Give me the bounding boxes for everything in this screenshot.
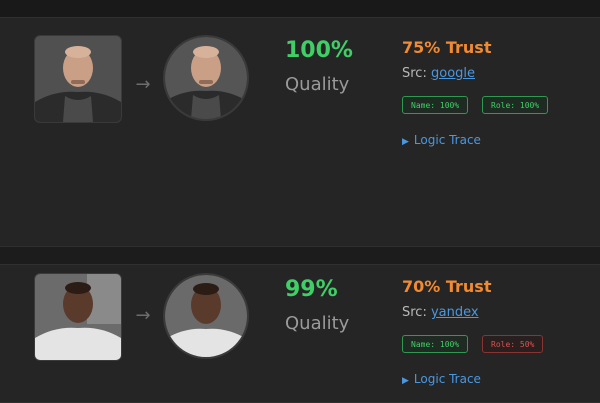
logic-trace-toggle[interactable]: ▶ Logic Trace xyxy=(402,372,481,386)
person-photo-icon xyxy=(165,275,247,357)
result-card: → 100% Quality 75% Trust Src: google Nam… xyxy=(0,18,600,247)
source-link[interactable]: yandex xyxy=(431,305,479,320)
source-line: Src: google xyxy=(402,66,475,81)
quality-score: 99% xyxy=(285,277,338,302)
triangle-right-icon: ▶ xyxy=(402,137,409,147)
quality-label: Quality xyxy=(285,74,350,95)
quality-score: 100% xyxy=(285,38,353,63)
source-prefix: Src: xyxy=(402,305,427,320)
source-line: Src: yandex xyxy=(402,305,479,320)
name-match-badge: Name: 100% xyxy=(402,96,469,114)
source-prefix: Src: xyxy=(402,66,427,81)
card-separator xyxy=(0,247,600,265)
source-link[interactable]: google xyxy=(431,66,475,81)
person-photo-icon xyxy=(165,37,247,119)
role-match-badge: Role: 50% xyxy=(482,335,544,353)
person-photo-icon xyxy=(35,36,121,122)
result-card: → 99% Quality 70% Trust Src: yandex Name… xyxy=(0,265,600,403)
matched-photo-circle[interactable] xyxy=(163,273,249,359)
source-photo-thumbnail[interactable] xyxy=(34,35,122,123)
name-match-badge: Name: 100% xyxy=(402,335,469,353)
quality-label: Quality xyxy=(285,313,350,334)
logic-trace-toggle[interactable]: ▶ Logic Trace xyxy=(402,133,481,147)
logic-trace-label: Logic Trace xyxy=(413,372,481,386)
person-photo-icon xyxy=(35,274,121,360)
trust-score: 75% Trust xyxy=(402,38,492,57)
triangle-right-icon: ▶ xyxy=(402,376,409,386)
matched-photo-circle[interactable] xyxy=(163,35,249,121)
role-match-badge: Role: 100% xyxy=(482,96,549,114)
arrow-right-icon: → xyxy=(135,305,151,326)
trust-score: 70% Trust xyxy=(402,277,492,296)
source-photo-thumbnail[interactable] xyxy=(34,273,122,361)
arrow-right-icon: → xyxy=(135,74,151,95)
top-bar xyxy=(0,0,600,18)
logic-trace-label: Logic Trace xyxy=(413,133,481,147)
